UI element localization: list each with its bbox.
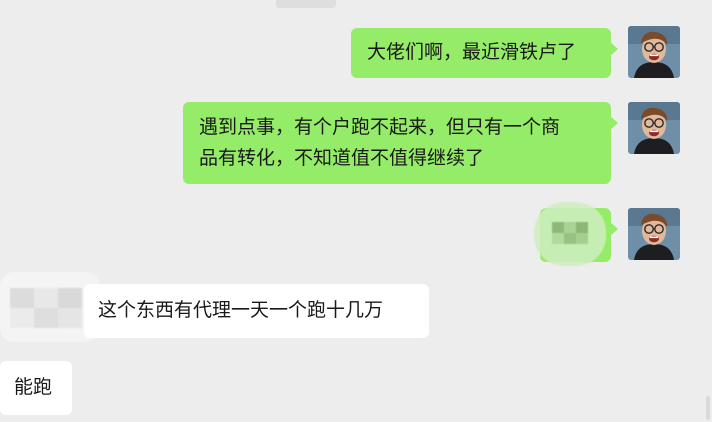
message-text: 大佬们啊，最近滑铁卢了 bbox=[367, 41, 577, 63]
redacted-message-bubble[interactable] bbox=[534, 202, 618, 266]
avatar[interactable] bbox=[628, 208, 680, 260]
chat-area[interactable]: 大佬们啊，最近滑铁卢了 遇到点事，有个户跑不起来，但只有一个商 品有转化，不知道… bbox=[0, 0, 712, 422]
user-photo-icon bbox=[628, 208, 680, 260]
avatar[interactable] bbox=[628, 102, 680, 154]
previous-message-edge bbox=[276, 0, 336, 8]
user-photo-icon bbox=[628, 26, 680, 78]
avatar[interactable] bbox=[628, 26, 680, 78]
message-text: 能跑 bbox=[14, 376, 53, 398]
user-photo-icon bbox=[628, 102, 680, 154]
redacted-mosaic bbox=[552, 222, 588, 244]
scrollbar[interactable] bbox=[706, 396, 710, 420]
outgoing-message-bubble[interactable]: 遇到点事，有个户跑不起来，但只有一个商 品有转化，不知道值不值得继续了 bbox=[183, 102, 618, 184]
message-text-line: 遇到点事，有个户跑不起来，但只有一个商 bbox=[199, 116, 561, 138]
incoming-message-bubble[interactable]: 能跑 bbox=[0, 361, 72, 415]
message-text: 这个东西有代理一天一个跑十几万 bbox=[98, 299, 384, 321]
outgoing-message-bubble[interactable]: 大佬们啊，最近滑铁卢了 bbox=[351, 28, 618, 78]
message-text-line: 品有转化，不知道值不值得继续了 bbox=[199, 147, 485, 169]
redacted-avatar bbox=[10, 288, 82, 328]
incoming-message-bubble[interactable]: 这个东西有代理一天一个跑十几万 bbox=[84, 284, 429, 338]
